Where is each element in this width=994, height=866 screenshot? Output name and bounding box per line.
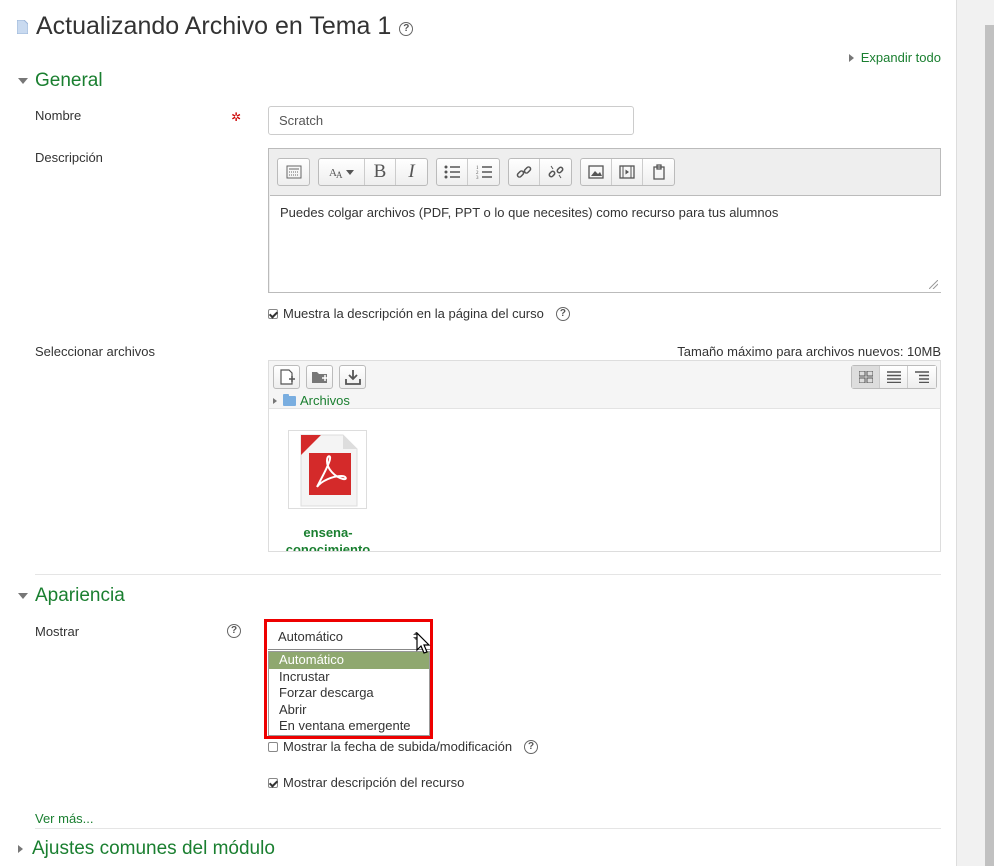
description-label: Descripción [35, 150, 103, 165]
create-folder-button[interactable] [306, 365, 333, 389]
font-style-icon[interactable]: AA [319, 159, 365, 185]
highlight-box [264, 619, 433, 739]
breadcrumb-files[interactable]: Archivos [300, 393, 350, 408]
show-description-row: Muestra la descripción en la página del … [268, 306, 570, 321]
description-editor: AA B I 123 Puedes colgar archivos (PDF, … [268, 148, 941, 293]
section-module-settings-header[interactable]: Ajustes comunes del módulo [18, 838, 275, 860]
section-appearance-label: Apariencia [35, 585, 125, 606]
folder-icon [283, 393, 296, 406]
show-resource-description-checkbox[interactable] [268, 777, 278, 788]
section-general-header[interactable]: General [18, 70, 103, 92]
tree-view-button[interactable] [908, 366, 936, 388]
scrollbar[interactable] [956, 0, 994, 866]
help-icon[interactable]: ? [555, 306, 570, 321]
bold-icon[interactable]: B [365, 159, 396, 185]
numbered-list-icon[interactable]: 123 [468, 159, 499, 185]
description-textarea[interactable]: Puedes colgar archivos (PDF, PPT o lo qu… [270, 195, 941, 292]
page-header: Actualizando Archivo en Tema 1 ? [17, 12, 414, 41]
toolbar-toggle-icon[interactable] [278, 159, 309, 185]
help-icon[interactable]: ? [227, 624, 241, 638]
help-icon[interactable]: ? [399, 21, 414, 36]
name-input[interactable]: Scratch [268, 106, 634, 135]
create-folder-icon [311, 372, 328, 383]
list-icon [886, 371, 901, 383]
download-icon [344, 370, 361, 385]
resize-handle-icon[interactable] [929, 280, 938, 289]
see-more-link[interactable]: Ver más... [35, 811, 94, 826]
link-icon[interactable] [509, 159, 540, 185]
show-description-checkbox[interactable] [268, 308, 278, 319]
section-module-settings-label: Ajustes comunes del módulo [32, 838, 275, 859]
scrollbar-thumb[interactable] [985, 25, 994, 866]
show-resource-description-label: Mostrar descripción del recurso [283, 775, 465, 790]
pdf-file-icon [300, 434, 358, 507]
section-general-label: General [35, 70, 103, 91]
list-view-button[interactable] [880, 366, 908, 388]
show-description-label: Muestra la descripción en la página del … [283, 306, 544, 321]
breadcrumb: Archivos [273, 393, 350, 408]
divider [35, 574, 941, 575]
description-text: Puedes colgar archivos (PDF, PPT o lo qu… [280, 205, 779, 220]
help-icon[interactable]: ? [524, 739, 539, 754]
divider [35, 828, 941, 829]
chevron-right-icon [18, 845, 23, 853]
download-button[interactable] [339, 365, 366, 389]
select-files-label: Seleccionar archivos [35, 344, 155, 359]
image-icon[interactable] [581, 159, 612, 185]
grid-icon [858, 371, 873, 383]
section-appearance-header[interactable]: Apariencia [18, 585, 125, 607]
file-item[interactable] [288, 430, 367, 509]
chevron-right-icon [273, 397, 277, 404]
unlink-icon[interactable] [540, 159, 571, 185]
expand-all-label: Expandir todo [860, 50, 941, 65]
file-manager-toolbar: Archivos [269, 361, 940, 409]
show-date-label: Mostrar la fecha de subida/modificación [283, 739, 513, 754]
add-file-button[interactable] [273, 365, 300, 389]
view-switcher [851, 365, 937, 389]
bullet-list-icon[interactable] [437, 159, 468, 185]
chevron-down-icon [18, 78, 28, 84]
media-icon[interactable] [612, 159, 643, 185]
page-title: Actualizando Archivo en Tema 1 [36, 12, 392, 40]
name-label: Nombre [35, 108, 82, 123]
required-icon: ✲ [231, 110, 242, 124]
mouse-cursor-icon [416, 632, 431, 654]
tree-icon [915, 371, 929, 383]
file-name[interactable]: ensena-conocimiento [269, 524, 387, 551]
expand-all-link[interactable]: Expandir todo [848, 50, 941, 65]
chevron-right-icon [848, 53, 854, 62]
file-manager: Archivos ensena-conocimiento [268, 360, 941, 552]
display-label: Mostrar [35, 624, 80, 639]
show-date-row: Mostrar la fecha de subida/modificación … [268, 739, 539, 754]
chevron-down-icon [18, 593, 28, 599]
add-file-icon [279, 369, 295, 385]
editor-toolbar: AA B I 123 [277, 158, 683, 186]
show-resource-description-row: Mostrar descripción del recurso [268, 775, 464, 790]
icon-view-button[interactable] [852, 366, 880, 388]
manage-files-icon[interactable] [643, 159, 674, 185]
max-file-size: Tamaño máximo para archivos nuevos: 10MB [677, 344, 941, 359]
svg-text:3: 3 [476, 176, 479, 180]
document-icon [17, 19, 28, 34]
italic-icon[interactable]: I [396, 159, 427, 185]
show-date-checkbox[interactable] [268, 741, 278, 752]
svg-text:A: A [336, 170, 343, 179]
